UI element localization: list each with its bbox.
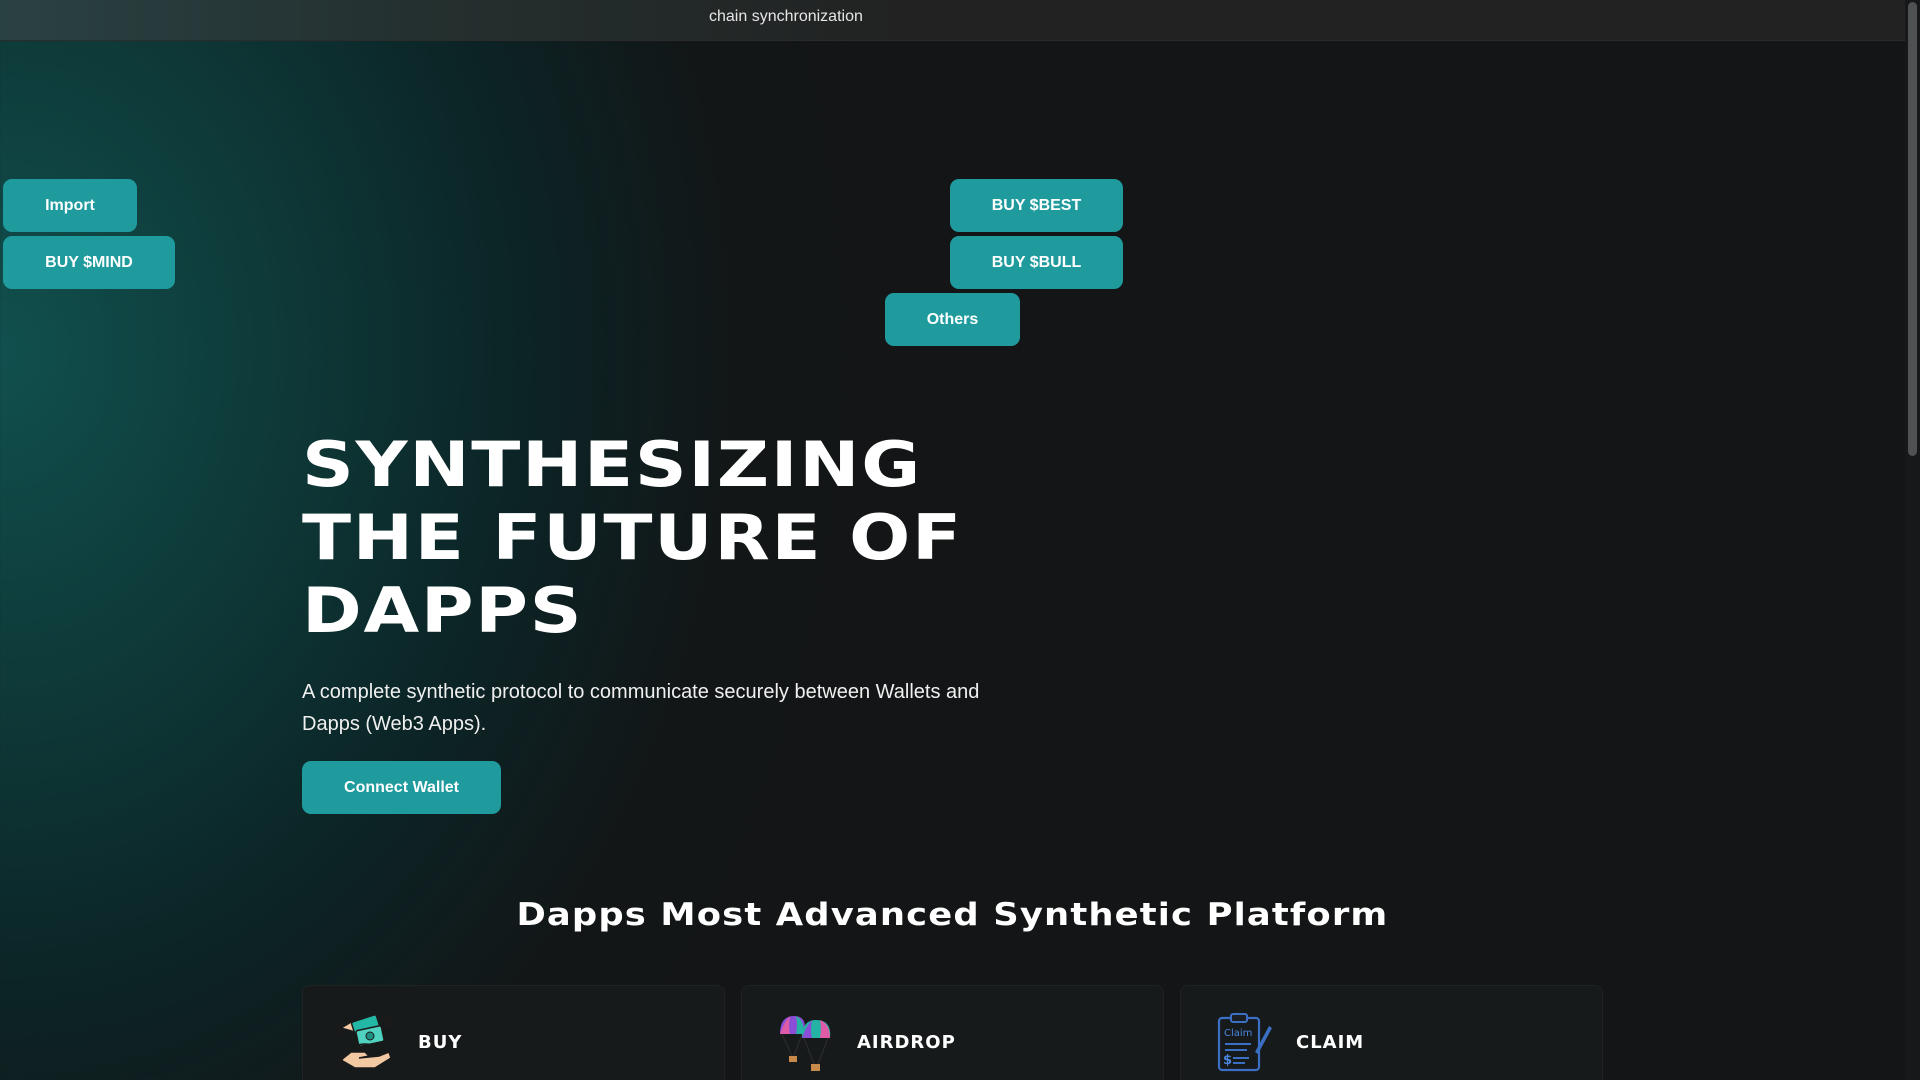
buy-mind-button[interactable]: BUY $MIND: [3, 236, 175, 289]
others-button[interactable]: Others: [885, 293, 1020, 346]
airdrop-card-label: AIRDROP: [857, 1032, 956, 1053]
svg-text:$: $: [1223, 1053, 1232, 1068]
buy-card[interactable]: BUY: [302, 985, 725, 1080]
scrollbar-thumb[interactable]: [1908, 2, 1917, 456]
parachute-icon: [780, 1016, 831, 1071]
buy-bull-button[interactable]: BUY $BULL: [950, 236, 1123, 289]
claim-card[interactable]: Claim $ CLAIM: [1180, 985, 1603, 1080]
hero-title-line-1: SYNTHESIZING: [302, 428, 923, 501]
buy-best-button[interactable]: BUY $BEST: [950, 179, 1123, 232]
import-button[interactable]: Import: [3, 179, 137, 232]
claim-icon-text: Claim: [1224, 1028, 1252, 1039]
hand-money-icon: [337, 1014, 392, 1069]
hero-title-line-2: THE FUTURE OF: [302, 501, 963, 574]
connect-wallet-button[interactable]: Connect Wallet: [302, 761, 501, 814]
section-title-text: Dapps Most Advanced Synthetic Platform: [516, 897, 1389, 933]
buy-card-label: BUY: [418, 1032, 463, 1053]
section-title: Dapps Most Advanced Synthetic Platform: [0, 897, 1905, 933]
chain-sync-status: chain synchronization: [709, 8, 863, 25]
hero-title-line-3: DAPPS: [302, 574, 584, 647]
claim-card-label: CLAIM: [1296, 1032, 1365, 1053]
hero-title: SYNTHESIZING THE FUTURE OF DAPPS: [302, 428, 1184, 647]
vertical-scrollbar[interactable]: [1905, 0, 1920, 1080]
airdrop-card[interactable]: AIRDROP: [741, 985, 1164, 1080]
hero-subtitle: A complete synthetic protocol to communi…: [302, 681, 980, 735]
clipboard-claim-icon: Claim $: [1217, 1013, 1272, 1072]
top-bar: chain synchronization: [0, 0, 1905, 41]
